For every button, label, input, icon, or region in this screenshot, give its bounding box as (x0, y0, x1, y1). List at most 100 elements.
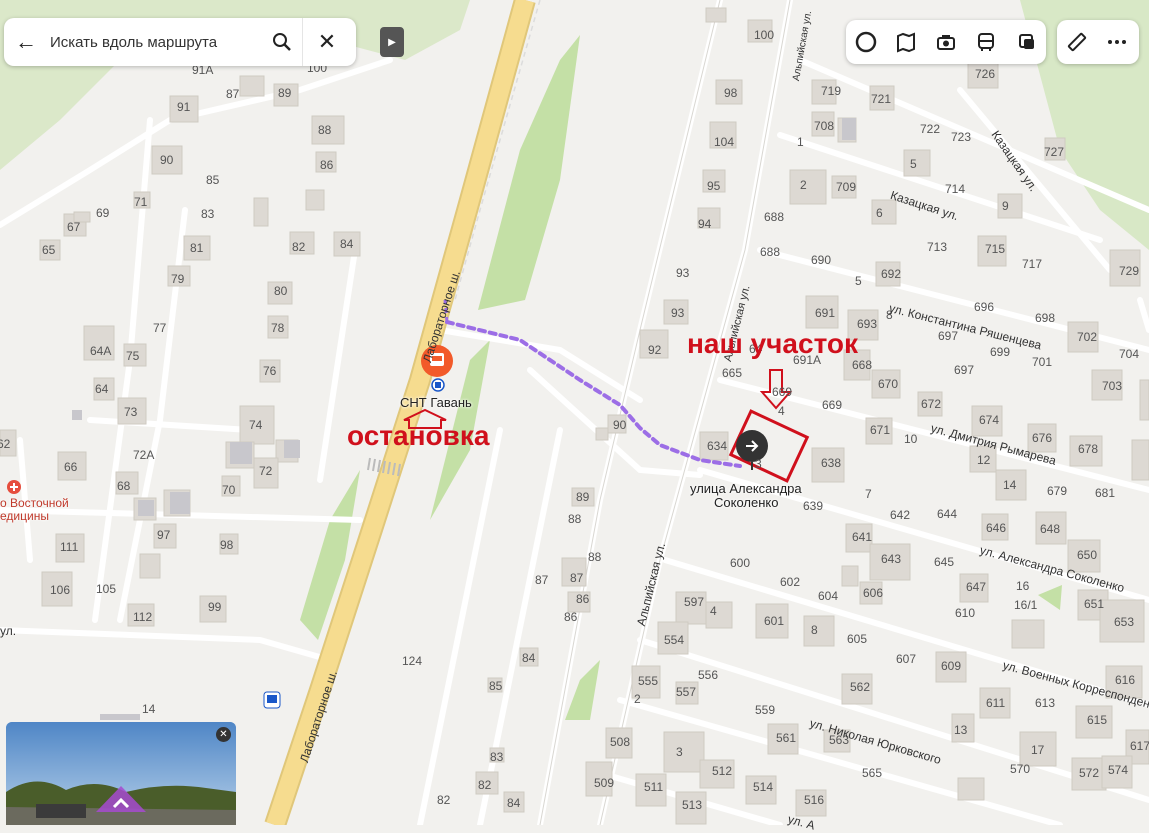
house-number-label: 106 (50, 583, 71, 597)
house-number-label: 715 (985, 242, 1006, 256)
tools-toolbar (1057, 20, 1139, 64)
house-number-label: 698 (1035, 311, 1056, 325)
house-number-label: 647 (966, 580, 987, 594)
route-search-input[interactable] (48, 32, 262, 52)
clinic-label-line2[interactable]: едицины (0, 509, 49, 523)
house-number-label: 12 (977, 453, 991, 467)
house-number-label: 643 (881, 552, 902, 566)
panorama-preview[interactable] (6, 722, 236, 825)
house-number-label: 513 (682, 798, 703, 812)
transit-icon[interactable] (966, 20, 1006, 64)
house-number-label: 72 (259, 464, 273, 478)
house-number-label: 692 (881, 267, 902, 281)
house-number-label: 2 (634, 692, 641, 706)
house-number-label: 8 (811, 623, 818, 637)
house-number-label: 601 (764, 614, 785, 628)
house-number-label: 68 (117, 479, 131, 493)
house-number-label: 98 (724, 86, 738, 100)
house-number-label: 723 (951, 130, 972, 144)
house-number-label: 719 (821, 84, 842, 98)
house-number-label: 602 (780, 575, 801, 589)
house-number-label: 610 (955, 606, 976, 620)
house-number-label: 607 (896, 652, 917, 666)
house-number-label: 3 (755, 457, 762, 471)
house-number-label: 554 (664, 633, 685, 647)
house-number-label: 81 (190, 241, 204, 255)
house-number-label: 606 (863, 586, 884, 600)
house-number-label: 570 (1010, 762, 1031, 776)
house-number-label: 572 (1079, 766, 1100, 780)
map-icon[interactable] (886, 20, 926, 64)
bus-stop-label[interactable]: СНТ Гавань (400, 395, 472, 410)
house-number-label: 696 (974, 300, 995, 314)
house-number-label: 16 (1016, 579, 1030, 593)
house-number-label: 509 (594, 776, 615, 790)
close-icon[interactable]: ✕ (216, 727, 231, 742)
map-canvas[interactable] (0, 0, 1149, 825)
clinic-label-line1[interactable]: о Восточной (0, 496, 69, 510)
panorama-camera-icon[interactable] (926, 20, 966, 64)
house-number-label: 85 (489, 679, 503, 693)
layers-icon[interactable] (846, 20, 886, 64)
destination-label-line2[interactable]: Соколенко (714, 495, 778, 510)
house-number-label: 665 (722, 366, 743, 380)
house-number-label: 89 (576, 490, 590, 504)
house-number-label: 78 (271, 321, 285, 335)
ruler-icon[interactable] (1057, 20, 1097, 64)
house-number-label: 86 (320, 158, 334, 172)
house-number-label: 7 (865, 487, 872, 501)
house-number-label: 93 (671, 306, 685, 320)
house-number-label: 688 (764, 210, 785, 224)
house-number-label: 4 (778, 404, 785, 418)
house-number-label: 84 (522, 651, 536, 665)
search-icon[interactable] (262, 18, 302, 66)
house-number-label: 512 (712, 764, 733, 778)
house-number-label: 16/1 (1014, 598, 1038, 612)
house-number-label: 82 (478, 778, 492, 792)
house-number-label: 105 (96, 582, 117, 596)
house-number-label: 17 (1031, 743, 1045, 757)
house-number-label: 6 (876, 206, 883, 220)
house-number-label: 701 (1032, 355, 1053, 369)
house-number-label: 634 (707, 439, 728, 453)
house-number-label: 597 (684, 595, 705, 609)
house-number-label: 90 (613, 418, 627, 432)
clinic-marker (7, 480, 21, 494)
house-number-label: 91 (177, 100, 191, 114)
house-number-label: 511 (644, 780, 664, 794)
house-number-label: 516 (804, 793, 825, 807)
collapse-panel-button[interactable]: ▶ (380, 27, 404, 57)
house-number-label: 674 (979, 413, 1000, 427)
house-number-label: 574 (1108, 763, 1129, 777)
house-number-label: 556 (698, 668, 719, 682)
house-number-label: 88 (568, 512, 582, 526)
house-number-label: 508 (610, 735, 631, 749)
house-number-label: 514 (753, 780, 774, 794)
house-number-label: 2 (800, 178, 807, 192)
house-number-label: 645 (934, 555, 955, 569)
house-number-label: 565 (862, 766, 883, 780)
house-number-label: 697 (954, 363, 975, 377)
house-number-label: 64 (95, 382, 109, 396)
destination-label-line1[interactable]: улица Александра (690, 481, 802, 496)
more-icon[interactable] (1097, 20, 1137, 64)
house-number-label: 671 (870, 423, 891, 437)
house-number-label: 644 (937, 507, 958, 521)
house-number-label: 668 (852, 358, 873, 372)
arrow-left-icon[interactable]: ← (4, 18, 48, 66)
house-number-label: 678 (1078, 442, 1099, 456)
traffic-icon[interactable] (1006, 20, 1046, 64)
house-number-label: 82 (437, 793, 451, 807)
house-number-label: 646 (986, 521, 1007, 535)
house-number-label: 670 (878, 377, 899, 391)
house-number-label: 641 (852, 530, 873, 544)
house-number-label: 609 (941, 659, 962, 673)
close-icon[interactable]: ✕ (302, 18, 351, 66)
house-number-label: 86 (564, 610, 578, 624)
house-number-label: 112 (133, 610, 153, 624)
house-number-label: 73 (124, 405, 138, 419)
house-number-label: 86 (576, 592, 590, 606)
house-number-label: 702 (1077, 330, 1098, 344)
house-number-label: 555 (638, 674, 659, 688)
house-number-label: 704 (1119, 347, 1140, 361)
